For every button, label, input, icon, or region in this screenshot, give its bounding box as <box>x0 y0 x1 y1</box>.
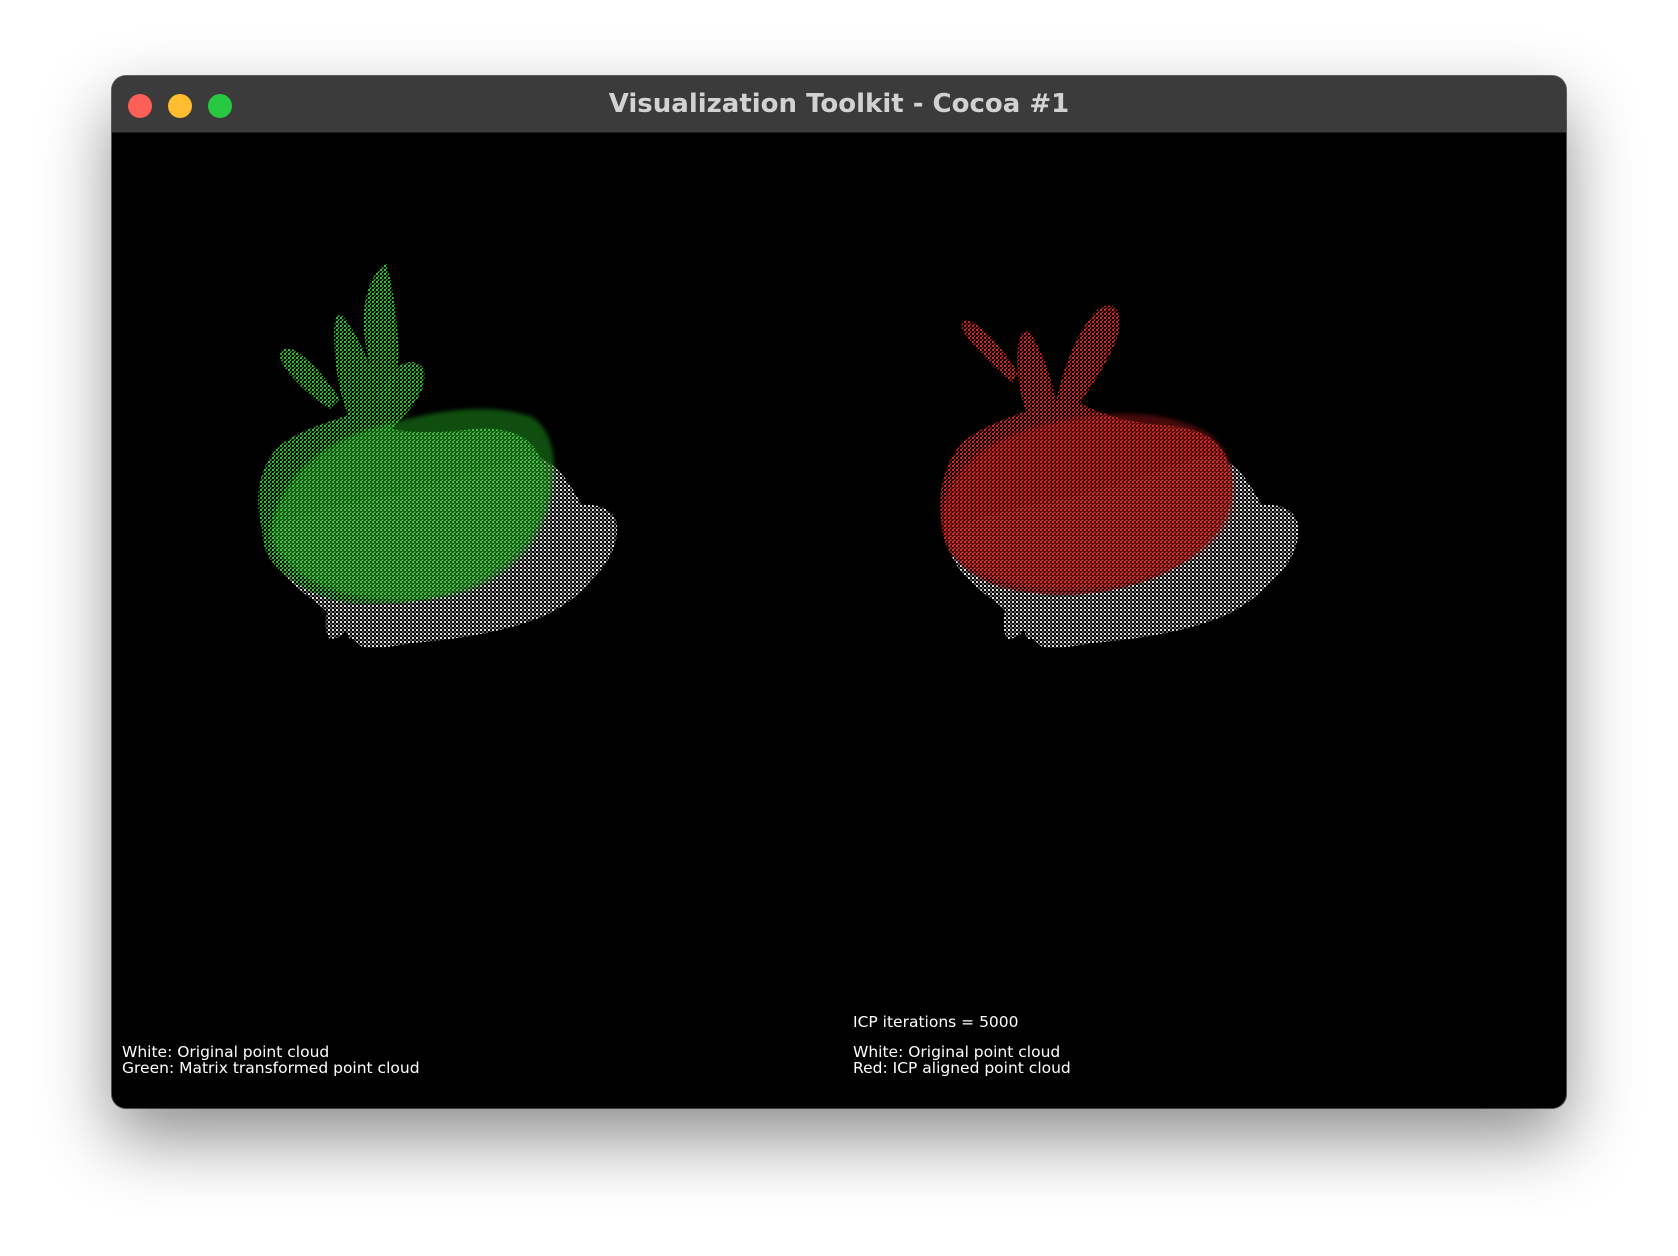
icp-iterations-label: ICP iterations = 5000 <box>853 1013 1019 1031</box>
left-transformed-point-cloud <box>258 263 555 605</box>
render-scene[interactable] <box>112 133 1566 1108</box>
left-legend-line-transformed: Green: Matrix transformed point cloud <box>122 1059 420 1077</box>
right-legend-line-original: White: Original point cloud <box>853 1043 1061 1061</box>
right-legend-line-aligned: Red: ICP aligned point cloud <box>853 1059 1071 1077</box>
window-title: Visualization Toolkit - Cocoa #1 <box>608 89 1070 119</box>
vtk-window: Visualization Toolkit - Cocoa #1 White: … <box>112 76 1566 1108</box>
render-viewport[interactable]: White: Original point cloud Green: Matri… <box>112 133 1566 1108</box>
left-legend-line-original: White: Original point cloud <box>122 1043 330 1061</box>
right-aligned-point-cloud <box>940 305 1235 595</box>
title-bar[interactable]: Visualization Toolkit - Cocoa #1 <box>112 76 1566 133</box>
right-legend: White: Original point cloud Red: ICP ali… <box>853 1044 1071 1076</box>
left-legend: White: Original point cloud Green: Matri… <box>122 1044 420 1076</box>
